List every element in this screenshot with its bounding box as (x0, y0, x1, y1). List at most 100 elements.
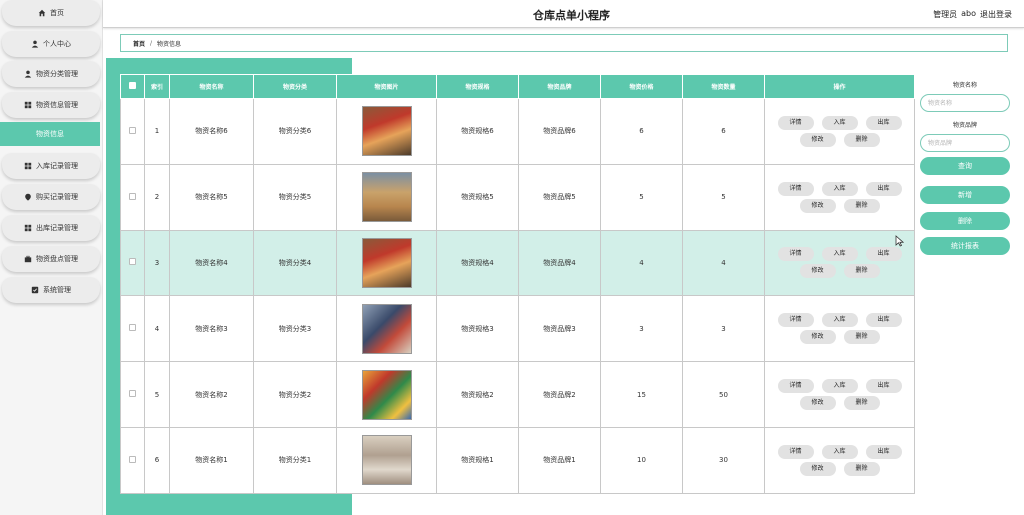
user-name: abo (961, 9, 976, 18)
row-actions: 详情 入库 出库修改 删除 (765, 247, 914, 279)
table-row: 4 物资名称3 物资分类3 物资规格3 物资品牌3 3 3 详情 入库 出库 修改 删除 (120, 295, 915, 363)
sidebar-item-5[interactable]: 入库记录管理 (2, 153, 100, 179)
actions-row-bottom: 修改 删除 (799, 264, 880, 279)
row-select-cell[interactable] (120, 98, 145, 165)
goods-image (361, 369, 412, 420)
header-image: 物资图片 (336, 74, 437, 99)
breadcrumb-separator: / (150, 39, 153, 47)
row-select-cell[interactable] (120, 361, 145, 428)
app-title: 仓库点单小程序 (533, 9, 610, 22)
inbound-button[interactable]: 入库 (821, 247, 858, 262)
delete-button[interactable]: 删除 (843, 396, 880, 411)
cell-actions: 详情 入库 出库修改 删除 (764, 98, 915, 165)
sidebar-item-4[interactable]: 物资信息 (0, 122, 100, 146)
actions-row-top: 详情 入库 出库 (777, 181, 902, 196)
sidebar-item-2[interactable]: 物资分类管理 (2, 61, 100, 87)
name-search-input[interactable] (920, 94, 1010, 112)
row-select-cell[interactable] (120, 295, 145, 363)
outbound-button[interactable]: 出库 (865, 181, 902, 196)
inbound-button[interactable]: 入库 (821, 115, 858, 130)
select-all-checkbox[interactable] (129, 82, 136, 89)
cell-actions: 详情 入库 出库修改 删除 (764, 295, 915, 363)
settings-icon (31, 286, 39, 294)
cell-qty: 5 (682, 163, 765, 231)
delete-button[interactable]: 删除 (843, 132, 880, 147)
user-area: 管理员 abo 退出登录 (933, 9, 1012, 20)
detail-button[interactable]: 详情 (777, 181, 814, 196)
edit-button[interactable]: 修改 (799, 330, 836, 345)
detail-button[interactable]: 详情 (777, 379, 814, 394)
detail-button[interactable]: 详情 (777, 444, 814, 459)
logout-link[interactable]: 退出登录 (980, 9, 1012, 20)
goods-image (361, 303, 412, 354)
sidebar-item-6[interactable]: 购买记录管理 (2, 184, 100, 210)
cell-index: 1 (144, 98, 170, 165)
decor-band-bottom (106, 493, 352, 515)
goods-image (361, 172, 412, 223)
inbound-button[interactable]: 入库 (821, 181, 858, 196)
cell-spec: 物资规格3 (436, 295, 519, 363)
brand-search-input[interactable] (920, 134, 1010, 152)
cell-price: 6 (600, 98, 683, 165)
cell-category: 物资分类2 (253, 361, 337, 428)
sidebar-item-label: 个人中心 (43, 40, 71, 48)
cell-index: 3 (144, 229, 170, 297)
sidebar-item-1[interactable]: 个人中心 (2, 31, 100, 57)
row-checkbox[interactable] (129, 126, 136, 134)
delete-button[interactable]: 删除 (843, 461, 880, 476)
row-checkbox[interactable] (129, 390, 136, 398)
goods-image (361, 106, 412, 157)
grid-icon (24, 101, 32, 109)
outbound-button[interactable]: 出库 (865, 379, 902, 394)
cell-index: 5 (144, 361, 170, 428)
batch-delete-button[interactable]: 删除 (920, 212, 1010, 230)
actions-row-bottom: 修改 删除 (799, 461, 880, 476)
delete-button[interactable]: 删除 (843, 330, 880, 345)
row-checkbox[interactable] (129, 258, 136, 266)
detail-button[interactable]: 详情 (777, 313, 814, 328)
sidebar-item-label: 入库记录管理 (36, 162, 78, 170)
sidebar-item-0[interactable]: 首页 (2, 0, 100, 26)
row-select-cell[interactable] (120, 229, 145, 297)
mouse-cursor-icon (895, 235, 904, 247)
detail-button[interactable]: 详情 (777, 247, 814, 262)
edit-button[interactable]: 修改 (799, 396, 836, 411)
sidebar-item-7[interactable]: 出库记录管理 (2, 215, 100, 241)
cell-actions: 详情 入库 出库修改 删除 (764, 163, 915, 231)
cell-spec: 物资规格2 (436, 361, 519, 428)
detail-button[interactable]: 详情 (777, 115, 814, 130)
cell-price: 3 (600, 295, 683, 363)
sidebar-item-8[interactable]: 物资盘点管理 (2, 246, 100, 272)
cell-category: 物资分类5 (253, 163, 337, 231)
row-select-cell[interactable] (120, 426, 145, 494)
edit-button[interactable]: 修改 (799, 264, 836, 279)
edit-button[interactable]: 修改 (799, 198, 836, 213)
sidebar: 首页个人中心物资分类管理 物资信息管理 物资信息入库记录管理购买记录管理 出库记录管理… (0, 0, 103, 515)
row-checkbox[interactable] (129, 455, 136, 463)
cell-name: 物资名称4 (169, 229, 254, 297)
edit-button[interactable]: 修改 (799, 132, 836, 147)
breadcrumb-home[interactable]: 首页 (133, 39, 145, 48)
add-button[interactable]: 新增 (920, 186, 1010, 204)
cell-brand: 物资品牌3 (518, 295, 601, 363)
select-all-header[interactable] (120, 74, 145, 99)
sidebar-item-3[interactable]: 物资信息管理 (2, 92, 100, 118)
cell-brand: 物资品牌6 (518, 98, 601, 165)
inbound-button[interactable]: 入库 (821, 444, 858, 459)
outbound-button[interactable]: 出库 (865, 313, 902, 328)
inbound-button[interactable]: 入库 (821, 379, 858, 394)
delete-button[interactable]: 删除 (843, 198, 880, 213)
report-button[interactable]: 统计报表 (920, 237, 1010, 255)
cell-category: 物资分类4 (253, 229, 337, 297)
inbound-button[interactable]: 入库 (821, 313, 858, 328)
edit-button[interactable]: 修改 (799, 461, 836, 476)
query-button[interactable]: 查询 (920, 157, 1010, 175)
delete-button[interactable]: 删除 (843, 264, 880, 279)
row-checkbox[interactable] (129, 192, 136, 200)
outbound-button[interactable]: 出库 (865, 444, 902, 459)
row-checkbox[interactable] (129, 324, 136, 332)
outbound-button[interactable]: 出库 (865, 115, 902, 130)
outbound-button[interactable]: 出库 (865, 247, 902, 262)
sidebar-item-9[interactable]: 系统管理 (2, 277, 100, 303)
row-select-cell[interactable] (120, 163, 145, 231)
